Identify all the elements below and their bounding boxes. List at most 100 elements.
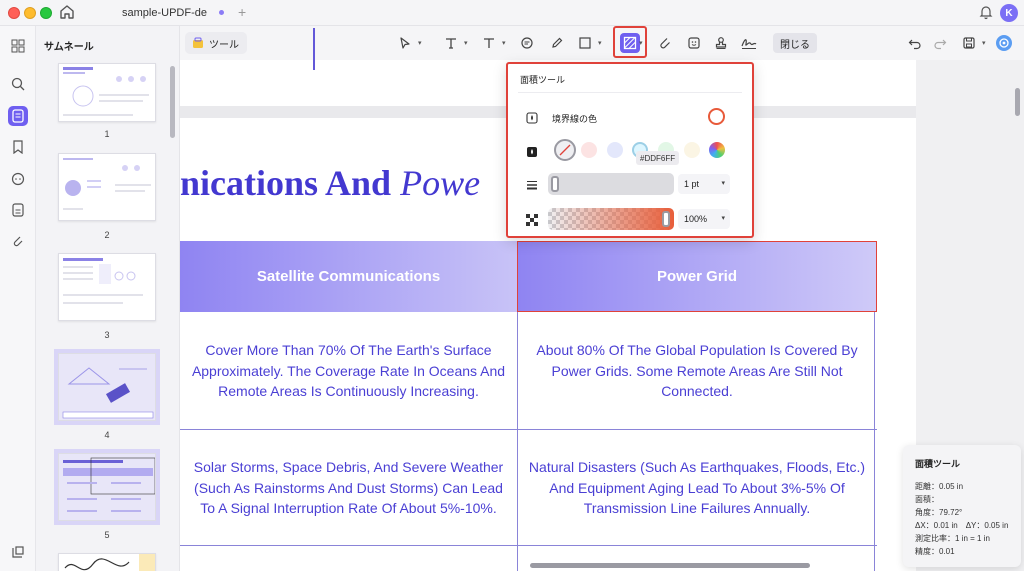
search-icon[interactable] (8, 74, 28, 94)
thumbnails-icon[interactable] (8, 106, 28, 126)
sticker-tool-icon[interactable] (685, 34, 703, 52)
thumbnail-number-3: 3 (104, 330, 110, 340)
text-box-tool-icon[interactable] (480, 34, 498, 52)
close-window-button[interactable] (8, 7, 20, 19)
page-heading-italic: Powe (400, 163, 481, 203)
info-area: 面積： (915, 495, 939, 504)
page-icon[interactable] (8, 200, 28, 220)
table-cell-r2-c1: Solar Storms, Space Debris, And Severe W… (193, 459, 504, 517)
document-horizontal-scrollbar[interactable] (530, 563, 810, 568)
minimize-window-button[interactable] (24, 7, 36, 19)
area-tool-popover: 面積ツール 境界線の色 #DDF6FF 1 pt ▾ 100% ▾ (506, 62, 754, 238)
thumbnail-number-2: 2 (104, 230, 110, 240)
thickness-dropdown-icon: ▾ (721, 180, 725, 187)
user-avatar[interactable]: K (1000, 4, 1018, 22)
bookmark-icon[interactable] (8, 137, 28, 157)
attach-tool-icon[interactable] (656, 34, 674, 52)
comment-tool-icon[interactable] (518, 34, 536, 52)
popover-title: 面積ツール (520, 75, 566, 85)
thumbnail-page-1[interactable] (58, 63, 156, 122)
info-angle: 角度：79.72° (915, 508, 963, 517)
annotation-toolbar: ツール ▾ ▾ ▾ ▾ ▾ 閉じる ▾ (180, 26, 1024, 60)
home-icon[interactable] (58, 3, 76, 21)
comparison-table: Satellite Communications Power Grid Cove… (180, 241, 877, 571)
table-header-satellite: Satellite Communications (180, 241, 517, 312)
document-vertical-scrollbar[interactable] (1015, 88, 1020, 116)
layers-icon[interactable] (8, 542, 28, 562)
line-thickness-icon (526, 178, 538, 190)
attachment-icon[interactable] (8, 231, 28, 251)
unsaved-dot-icon (219, 10, 224, 15)
select-cursor-dropdown-icon[interactable]: ▾ (418, 39, 422, 47)
thickness-slider-knob[interactable] (551, 176, 559, 192)
fill-cream-swatch[interactable] (684, 142, 700, 158)
border-color-label: 境界線の色 (552, 114, 598, 124)
border-color-swatch[interactable] (708, 108, 725, 125)
opacity-slider[interactable] (548, 208, 674, 230)
fill-color-icon (526, 145, 538, 157)
thumbnail-page-4[interactable] (54, 349, 160, 425)
info-panel-title: 面積ツール (915, 459, 961, 469)
signature-tool-icon[interactable] (740, 34, 758, 52)
table-row-divider (180, 545, 877, 546)
fill-lavender-swatch[interactable] (607, 142, 623, 158)
thickness-slider[interactable] (548, 173, 674, 195)
redo-icon[interactable] (931, 34, 949, 52)
thumbnail-panel-title: サムネール (44, 42, 94, 53)
info-scale: 測定比率：1 in = 1 in (915, 534, 990, 543)
thumbnail-panel: サムネール 1 2 3 4 5 (36, 26, 180, 571)
text-tool-dropdown-icon[interactable]: ▾ (464, 39, 468, 47)
info-delta: ΔX：0.01 in ΔY：0.05 in (915, 521, 1009, 530)
app-window: sample-UPDF-de + K サムネール 1 2 3 4 5 ツール ▾… (0, 0, 1024, 571)
fill-pink-swatch[interactable] (581, 142, 597, 158)
fill-custom-color-swatch[interactable] (709, 142, 725, 158)
color-tooltip: #DDF6FF (636, 151, 680, 165)
save-dropdown-icon[interactable]: ▾ (982, 39, 986, 47)
shape-tool-icon[interactable] (576, 34, 594, 52)
tab-title: sample-UPDF-de (122, 7, 207, 19)
opacity-slider-knob[interactable] (662, 211, 670, 227)
thumbnail-page-2[interactable] (58, 153, 156, 221)
document-tab[interactable]: sample-UPDF-de (86, 0, 256, 26)
opacity-select[interactable]: 100% ▾ (678, 209, 730, 229)
text-cursor-line (313, 28, 315, 70)
fill-none-swatch[interactable] (554, 139, 576, 161)
stamp-tool-icon[interactable] (712, 34, 730, 52)
undo-icon[interactable] (906, 34, 924, 52)
comment-icon[interactable] (8, 169, 28, 189)
ai-assistant-icon[interactable] (995, 34, 1013, 52)
thumbnail-page-3[interactable] (58, 253, 156, 321)
text-tool-icon[interactable] (442, 34, 460, 52)
thickness-select[interactable]: 1 pt ▾ (678, 174, 730, 194)
page-heading: nications And Powe (180, 162, 500, 206)
thumbnail-page-6[interactable] (58, 553, 156, 571)
thickness-value: 1 pt (684, 179, 700, 189)
grid-icon[interactable] (8, 36, 28, 56)
select-cursor-icon[interactable] (396, 34, 414, 52)
table-cell-r1-c2: About 80% Of The Global Population Is Co… (536, 342, 858, 400)
title-bar: sample-UPDF-de + K (0, 0, 1024, 26)
opacity-icon (526, 213, 538, 226)
table-cell-r1-c1: Cover More Than 70% Of The Earth's Surfa… (191, 342, 506, 400)
page-heading-bold: nications And (180, 163, 401, 203)
zoom-window-button[interactable] (40, 7, 52, 19)
toolbox-icon (192, 37, 204, 49)
area-tool-dropdown-icon[interactable]: ▾ (639, 39, 643, 47)
text-box-dropdown-icon[interactable]: ▾ (502, 39, 506, 47)
measurement-info-panel: 面積ツール 距離：0.05 in 面積： 角度：79.72° ΔX：0.01 i… (903, 445, 1021, 567)
thumbnail-page-5[interactable] (54, 449, 160, 525)
area-measure-icon (620, 33, 640, 53)
thumbnail-number-4: 4 (104, 430, 110, 440)
tools-button[interactable]: ツール (185, 32, 247, 54)
bell-icon[interactable] (978, 4, 994, 20)
thumbnail-scrollbar[interactable] (170, 66, 175, 138)
save-icon[interactable] (960, 34, 978, 52)
shape-tool-dropdown-icon[interactable]: ▾ (598, 39, 602, 47)
pencil-tool-icon[interactable] (548, 34, 566, 52)
close-toolbar-button[interactable]: 閉じる (773, 33, 817, 53)
border-color-icon (526, 111, 538, 124)
thumbnail-number-1: 1 (104, 129, 110, 139)
table-row-divider (180, 429, 877, 430)
new-tab-button[interactable]: + (238, 4, 246, 20)
table-header-power-grid[interactable]: Power Grid (517, 241, 877, 312)
